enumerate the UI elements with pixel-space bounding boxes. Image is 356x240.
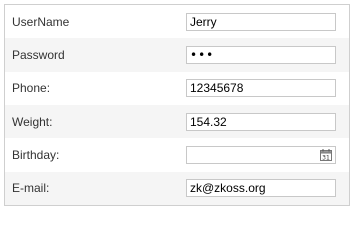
calendar-icon[interactable]: 31 xyxy=(319,148,333,162)
svg-text:31: 31 xyxy=(322,154,330,161)
password-input[interactable]: ••• xyxy=(186,45,336,64)
form-row-email: E-mail: zk@zkoss.org xyxy=(5,171,349,205)
phone-label: Phone: xyxy=(12,81,51,96)
weight-input[interactable]: 154.32 xyxy=(186,112,336,131)
form-row-birthday: Birthday: 31 xyxy=(5,138,349,172)
form-row-phone: Phone: 12345678 xyxy=(5,71,349,105)
form-row-weight: Weight: 154.32 xyxy=(5,104,349,139)
email-label: E-mail: xyxy=(12,181,50,196)
registration-form: UserName Jerry Password ••• Phone: 12345… xyxy=(4,4,350,206)
birthday-datebox[interactable]: 31 xyxy=(186,145,336,164)
phone-input[interactable]: 12345678 xyxy=(186,79,336,98)
email-input[interactable]: zk@zkoss.org xyxy=(186,179,336,198)
birthday-label: Birthday: xyxy=(12,147,60,162)
password-label: Password xyxy=(12,47,65,62)
weight-label: Weight: xyxy=(12,114,53,129)
form-row-password: Password ••• xyxy=(5,38,349,72)
username-label: UserName xyxy=(12,14,70,29)
form-row-username: UserName Jerry xyxy=(5,5,349,39)
username-input[interactable]: Jerry xyxy=(186,12,336,31)
